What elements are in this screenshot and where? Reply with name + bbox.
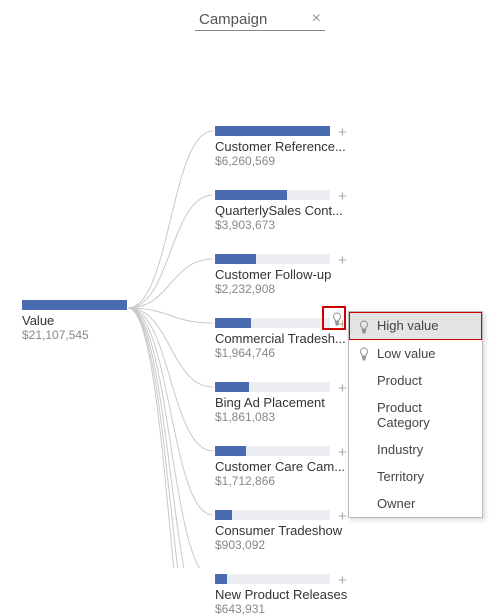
menu-item[interactable]: High value: [349, 312, 482, 340]
expand-icon[interactable]: +: [338, 192, 347, 202]
node-value: $1,712,866: [215, 474, 360, 488]
node-label: Bing Ad Placement: [215, 395, 355, 410]
node-label: New Product Releases: [215, 587, 355, 602]
menu-item[interactable]: Product: [349, 367, 482, 394]
expand-icon[interactable]: +: [338, 512, 347, 522]
menu-item-label: Territory: [377, 469, 424, 484]
context-menu: High value Low value Product Product Catego…: [348, 311, 483, 518]
node-label: Customer Follow-up: [215, 267, 355, 282]
menu-item-label: Product Category: [377, 400, 474, 430]
node-label: Customer Care Cam...: [215, 459, 355, 474]
child-node[interactable]: +QuarterlySales Cont...$3,903,673: [215, 190, 360, 232]
menu-item-label: Low value: [377, 346, 436, 361]
child-node[interactable]: +Bing Ad Placement$1,861,083: [215, 382, 360, 424]
node-label: Customer Reference...: [215, 139, 355, 154]
child-node[interactable]: +Customer Reference...$6,260,569: [215, 126, 360, 168]
bar: [215, 318, 330, 328]
lightbulb-icon: [357, 318, 371, 334]
expand-icon[interactable]: +: [338, 448, 347, 458]
menu-item-label: Product: [377, 373, 422, 388]
menu-item[interactable]: Territory: [349, 463, 482, 490]
bar: [215, 574, 330, 584]
root-node: Value $21,107,545: [22, 300, 152, 342]
menu-item[interactable]: Industry: [349, 436, 482, 463]
breadcrumb: Campaign ×: [195, 10, 325, 31]
menu-item[interactable]: Product Category: [349, 394, 482, 436]
menu-item[interactable]: Owner: [349, 490, 482, 517]
node-value: $2,232,908: [215, 282, 360, 296]
menu-item-label: Industry: [377, 442, 423, 457]
bar: [215, 382, 330, 392]
node-value: $3,903,673: [215, 218, 360, 232]
expand-icon[interactable]: +: [338, 384, 347, 394]
node-value: $1,964,746: [215, 346, 360, 360]
bar: [215, 254, 330, 264]
bar: [215, 126, 330, 136]
menu-item-label: High value: [377, 318, 438, 333]
bar: [215, 510, 330, 520]
node-value: $903,092: [215, 538, 360, 552]
node-label: QuarterlySales Cont...: [215, 203, 355, 218]
node-value: $6,260,569: [215, 154, 360, 168]
child-node[interactable]: +Customer Follow-up$2,232,908: [215, 254, 360, 296]
root-label: Value: [22, 313, 152, 328]
node-label: Commercial Tradesh...: [215, 331, 355, 346]
node-value: $1,861,083: [215, 410, 360, 424]
expand-icon[interactable]: +: [338, 576, 347, 586]
column-title: Campaign: [199, 11, 267, 28]
root-bar: [22, 300, 127, 310]
child-node[interactable]: +Customer Care Cam...$1,712,866: [215, 446, 360, 488]
lightbulb-icon[interactable]: [331, 312, 343, 329]
expand-icon[interactable]: +: [338, 256, 347, 266]
lightbulb-icon: [357, 346, 371, 362]
expand-icon[interactable]: +: [338, 128, 347, 138]
close-icon[interactable]: ×: [312, 10, 321, 28]
child-node[interactable]: +Consumer Tradeshow$903,092: [215, 510, 360, 552]
bar: [215, 446, 330, 456]
node-label: Consumer Tradeshow: [215, 523, 355, 538]
bar: [215, 190, 330, 200]
node-value: $643,931: [215, 602, 360, 616]
menu-item[interactable]: Low value: [349, 340, 482, 368]
root-value: $21,107,545: [22, 328, 152, 342]
child-node[interactable]: +New Product Releases$643,931: [215, 574, 360, 616]
menu-item-label: Owner: [377, 496, 415, 511]
